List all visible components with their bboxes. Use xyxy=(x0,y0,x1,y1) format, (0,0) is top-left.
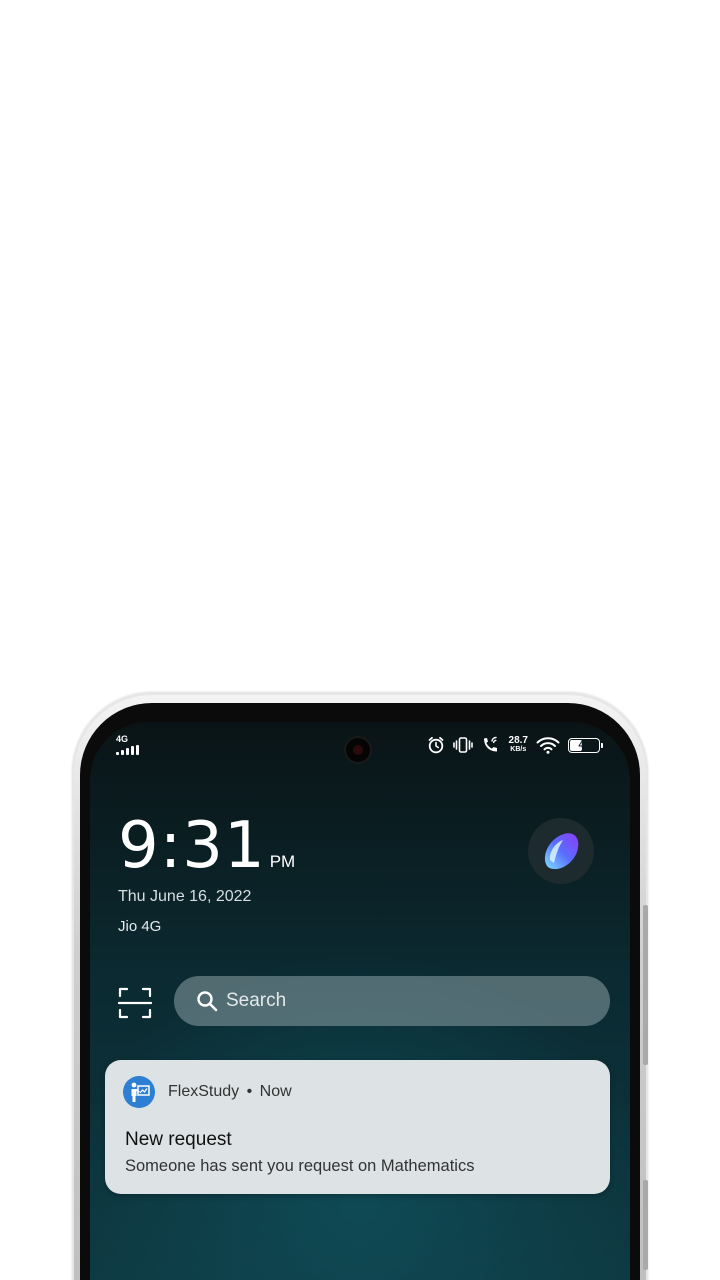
network-speed-unit: KB/s xyxy=(510,746,527,753)
clock-time: 9:31 xyxy=(118,809,266,883)
lockscreen-clock: 9:31 PM xyxy=(118,814,295,878)
search-placeholder: Search xyxy=(226,990,287,1011)
assistant-orb-icon xyxy=(544,833,579,870)
volume-button xyxy=(643,905,648,1065)
lock-screen: 4G 28.7 KB/s 47 9:31 PM Thu June 16, 202… xyxy=(90,722,630,1280)
search-bar[interactable]: Search xyxy=(174,976,610,1026)
notification-header: FlexStudy • Now xyxy=(168,1083,292,1101)
notification-title: New request xyxy=(125,1129,232,1150)
battery-icon: 47 xyxy=(568,737,603,753)
search-icon xyxy=(197,991,218,1012)
wifi-icon xyxy=(536,737,560,754)
network-speed: 28.7 KB/s xyxy=(509,736,528,754)
vibrate-icon xyxy=(452,737,473,753)
status-bar-left: 4G xyxy=(116,734,139,755)
lockscreen-date: Thu June 16, 2022 xyxy=(118,888,252,905)
wifi-calling-icon xyxy=(483,736,497,752)
notification-separator: • xyxy=(246,1083,253,1100)
alarm-icon xyxy=(428,736,443,754)
front-camera xyxy=(346,738,370,762)
teacher-icon xyxy=(123,1076,155,1108)
battery-percent: 47 xyxy=(578,739,590,751)
assistant-button[interactable] xyxy=(528,818,594,884)
network-speed-value: 28.7 xyxy=(508,735,528,746)
notification-time: Now xyxy=(259,1083,292,1100)
carrier-name: Jio 4G xyxy=(118,918,162,935)
network-type: 4G xyxy=(116,734,129,744)
clock-ampm: PM xyxy=(269,852,296,871)
notification-card[interactable]: FlexStudy • Now New request Someone has … xyxy=(105,1060,610,1194)
signal-bars-icon xyxy=(116,745,139,755)
notification-body: Someone has sent you request on Mathemat… xyxy=(125,1157,475,1175)
notification-app-name: FlexStudy xyxy=(168,1083,240,1100)
scan-icon[interactable] xyxy=(118,986,152,1020)
status-bar-right: 28.7 KB/s 47 xyxy=(427,734,603,756)
power-button xyxy=(643,1180,648,1270)
